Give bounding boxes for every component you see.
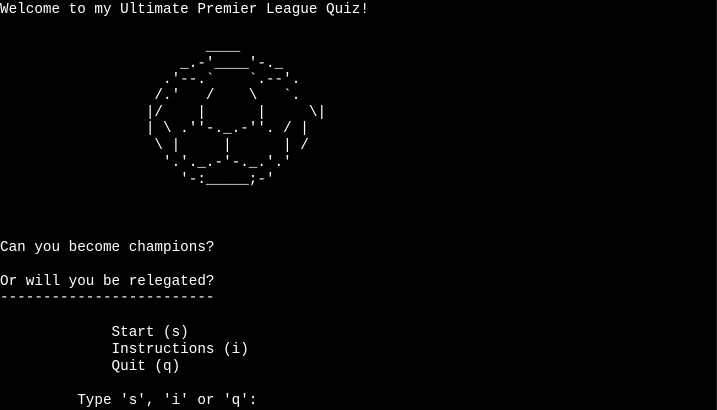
ascii-football-line: .'--.` `.--'. (0, 72, 301, 88)
divider: ------------------------- (0, 290, 215, 306)
ascii-football-line: ____ (0, 39, 241, 55)
ascii-football-line: /.' / \ `. (0, 88, 301, 104)
ascii-football-line: '-:_____;-' (0, 172, 275, 188)
ascii-football-line: |/ | | \| (0, 105, 327, 121)
ascii-football-line: \ | | | / (0, 138, 309, 154)
terminal-window[interactable]: Welcome to my Ultimate Premier League Qu… (0, 0, 717, 410)
menu-option-instructions: Instructions (i) (0, 342, 249, 358)
menu-option-quit: Quit (q) (0, 359, 181, 375)
tagline-champions: Can you become champions? (0, 240, 215, 256)
tagline-relegated: Or will you be relegated? (0, 274, 215, 290)
ascii-football-line: _.-'____'-._ (0, 56, 284, 72)
ascii-football-line: | \ .''-._.-''. / | (0, 121, 309, 137)
ascii-football-line: '.'._.-'-._.'.' (0, 155, 292, 171)
welcome-heading: Welcome to my Ultimate Premier League Qu… (0, 2, 369, 18)
input-prompt[interactable]: Type 's', 'i' or 'q': (0, 393, 257, 410)
menu-option-start: Start (s) (0, 325, 189, 341)
